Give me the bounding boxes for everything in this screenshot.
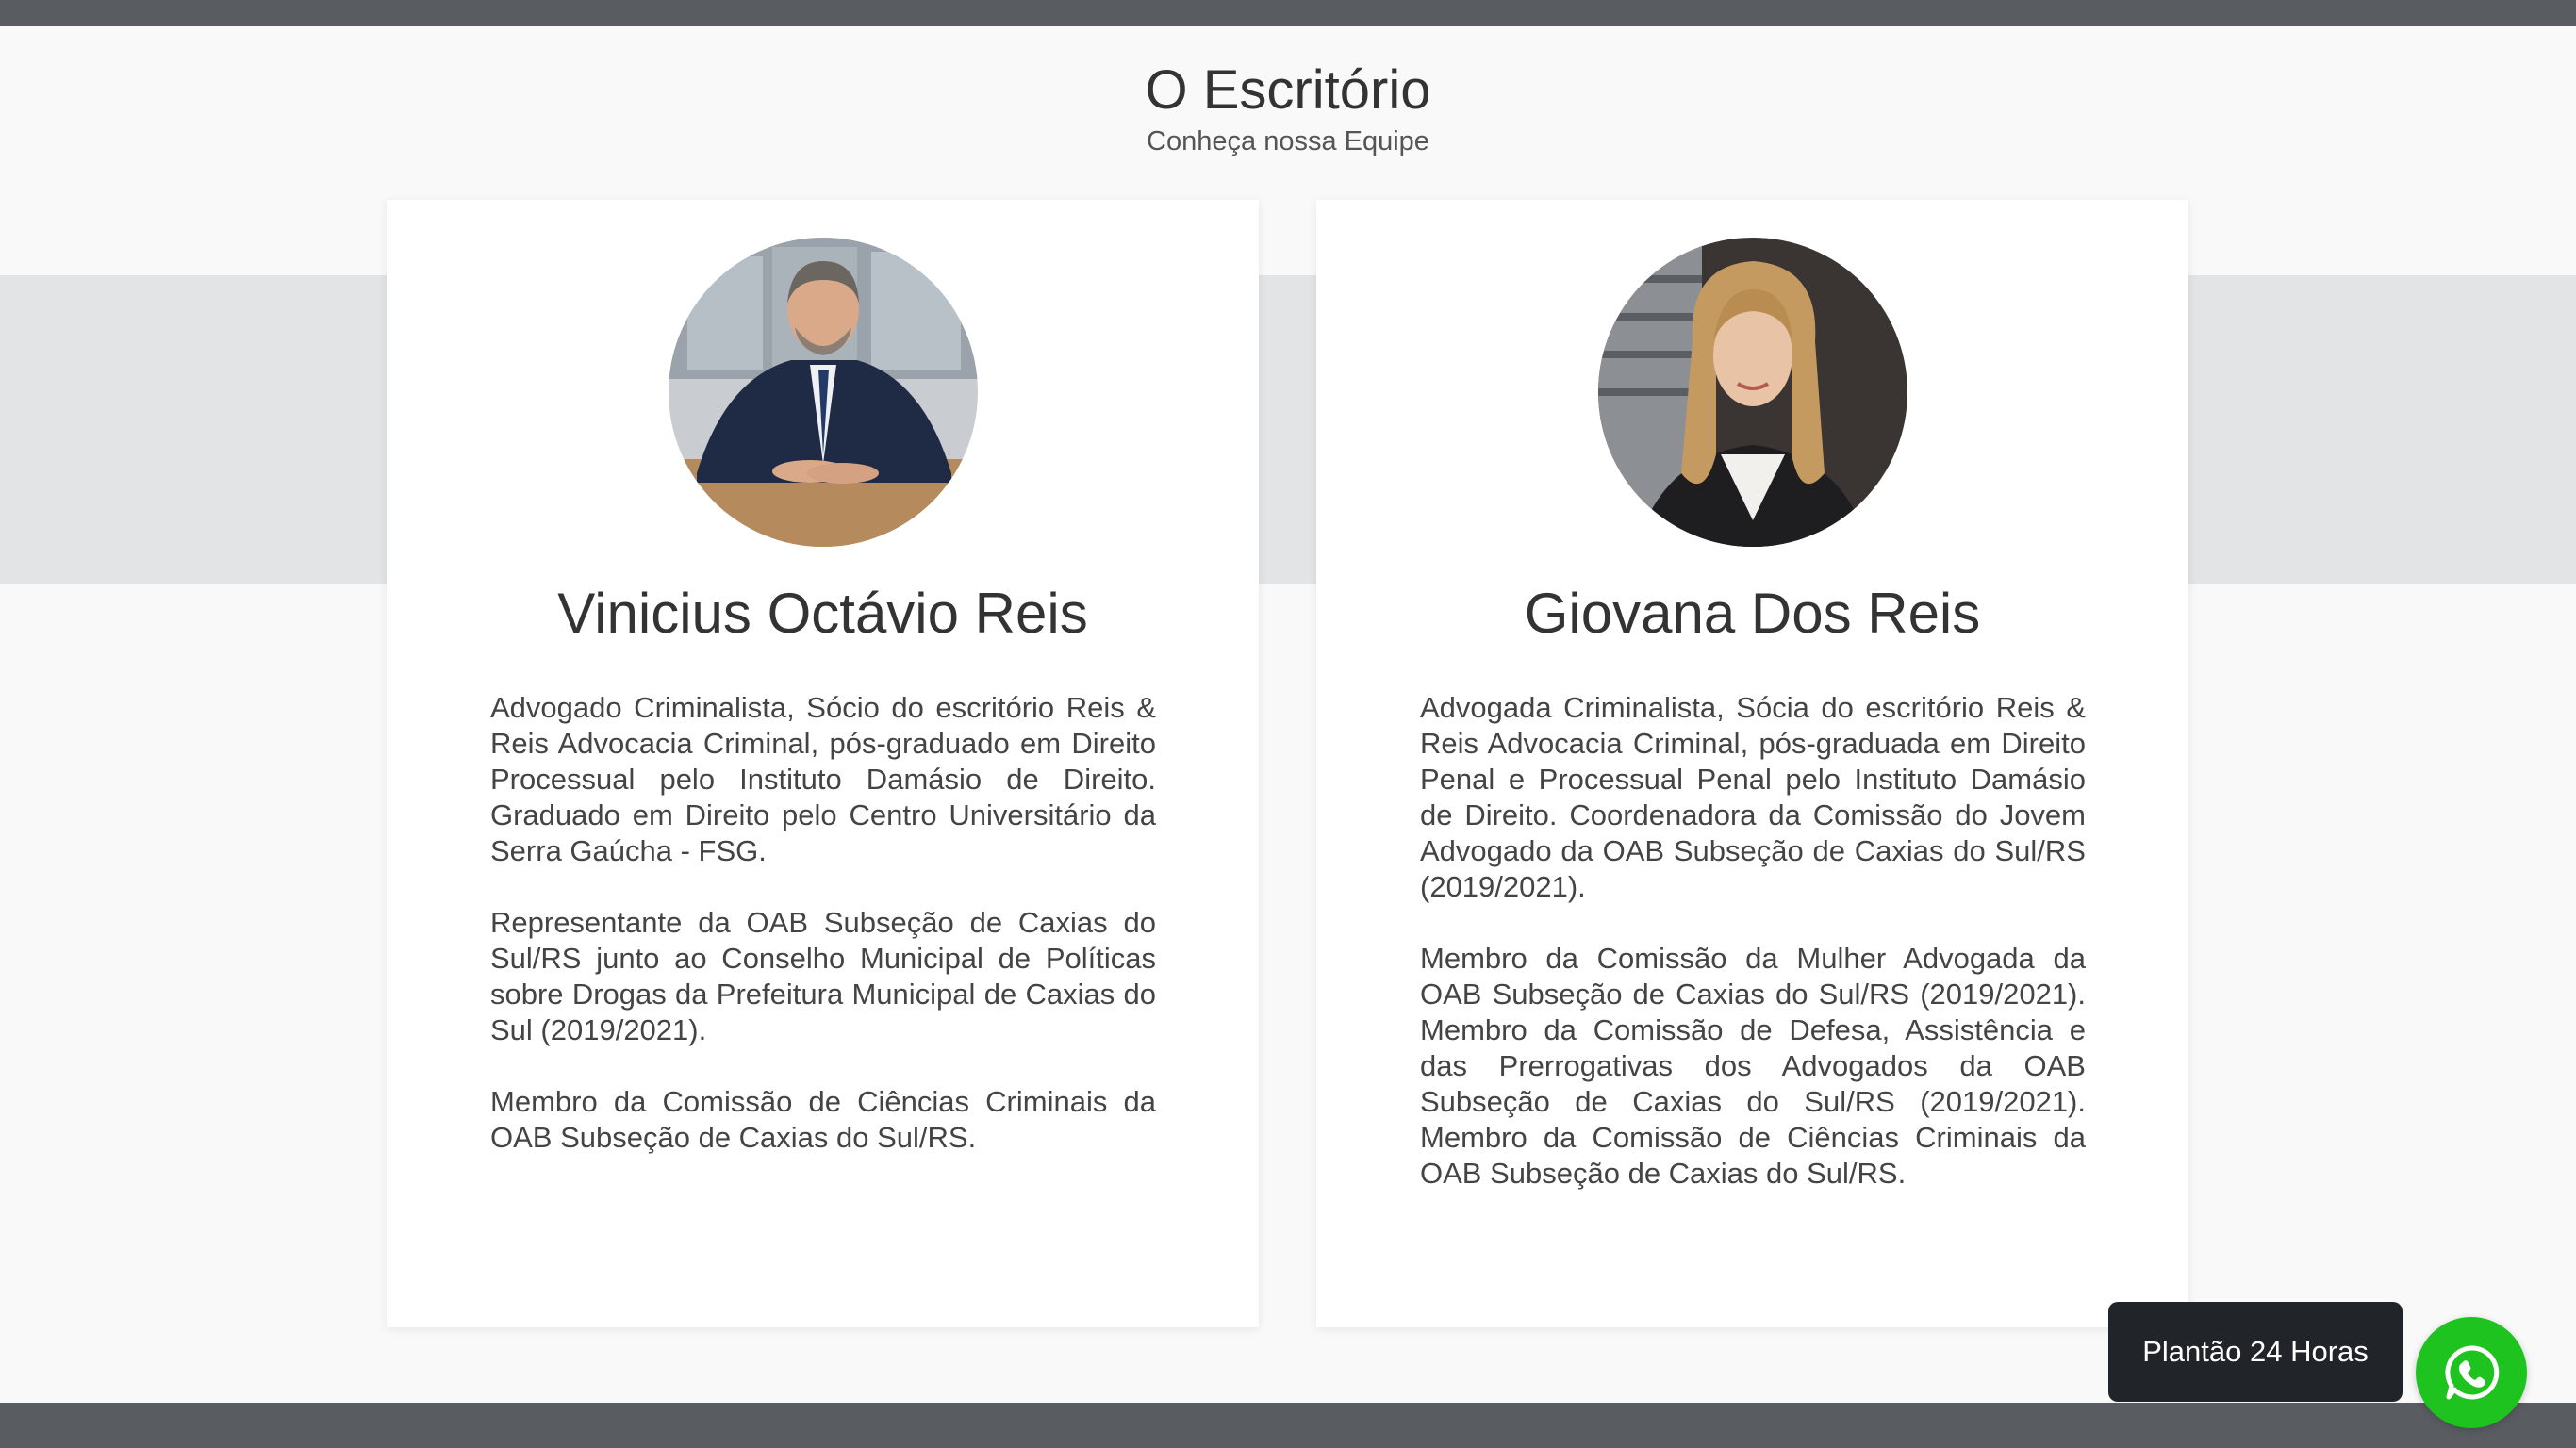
avatar-vinicius (669, 238, 978, 547)
plantao-24h-button[interactable]: Plantão 24 Horas (2108, 1302, 2403, 1402)
section-subtitle: Conheça nossa Equipe (1147, 126, 1429, 156)
top-bar (0, 0, 2576, 26)
footer-bar (0, 1403, 2576, 1448)
woman-portrait-image (1598, 238, 1907, 547)
team-member-name: Vinicius Octávio Reis (557, 582, 1088, 645)
bio-paragraph: Advogado Criminalista, Sócio do escritór… (490, 691, 1156, 867)
team-member-bio: Advogado Criminalista, Sócio do escritór… (490, 690, 1156, 1192)
team-card-giovana: Giovana Dos Reis Advogada Criminalista, … (1316, 200, 2188, 1327)
bio-paragraph: Membro da Comissão de Ciências Criminais… (490, 1085, 1156, 1154)
whatsapp-button[interactable] (2416, 1317, 2527, 1428)
team-member-name: Giovana Dos Reis (1524, 582, 1981, 645)
bio-paragraph: Membro da Comissão da Mulher Advogada da… (1420, 942, 2086, 1190)
bio-paragraph: Advogada Criminalista, Sócia do escritór… (1420, 691, 2086, 903)
man-portrait-image (669, 238, 978, 547)
whatsapp-icon (2445, 1345, 2500, 1400)
avatar-giovana (1598, 238, 1907, 547)
team-member-bio: Advogada Criminalista, Sócia do escritór… (1420, 690, 2086, 1227)
bio-paragraph: Representante da OAB Subseção de Caxias … (490, 906, 1156, 1046)
section-title: O Escritório (1145, 59, 1431, 121)
team-card-vinicius: Vinicius Octávio Reis Advogado Criminali… (387, 200, 1259, 1327)
